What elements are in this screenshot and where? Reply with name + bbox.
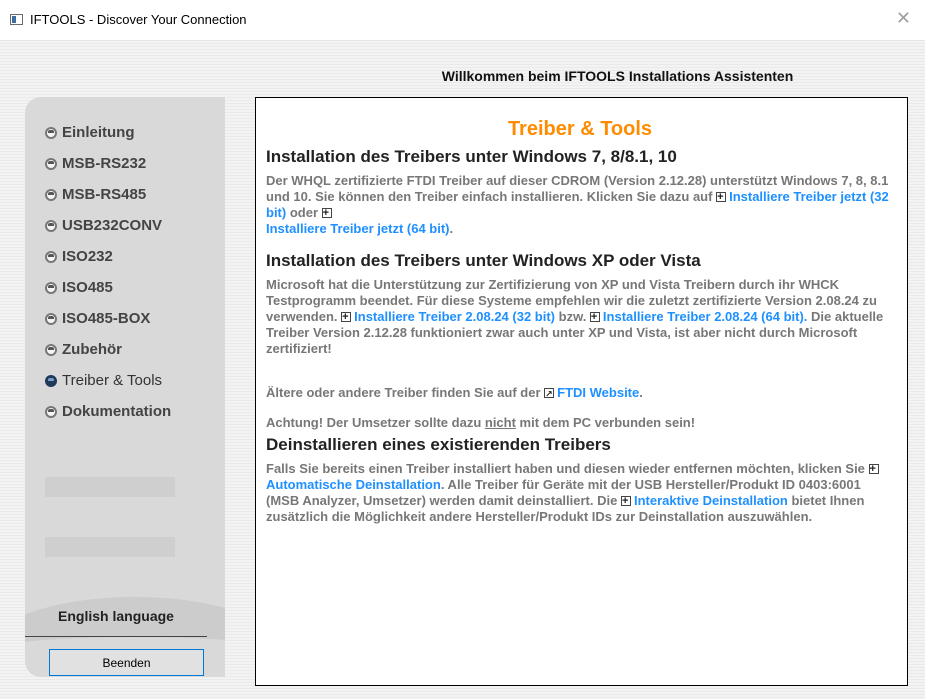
paragraph-text: mit dem PC verbunden sein!	[515, 415, 696, 430]
sidebar-item-label: ISO485	[62, 279, 113, 296]
watermark-logo-bar	[45, 477, 175, 497]
sidebar-item-iso232[interactable]: ISO232	[45, 241, 225, 272]
sidebar-item-label: Treiber & Tools	[62, 372, 163, 389]
sidebar-item-zubehoer[interactable]: Zubehör	[45, 334, 225, 365]
radio-icon	[45, 250, 57, 263]
install-driver-20824-32bit-link[interactable]: Installiere Treiber 2.08.24 (32 bit)	[354, 309, 555, 324]
paragraph-text: .	[449, 221, 454, 236]
sidebar-item-treiber-tools[interactable]: Treiber & Tools	[45, 365, 225, 396]
sidebar-item-label: ISO485-BOX	[62, 310, 151, 327]
sidebar-item-label: MSB-RS232	[62, 155, 147, 172]
divider	[25, 636, 207, 637]
sidebar-nav: Einleitung MSB-RS232 MSB-RS485 USB232CON…	[45, 117, 225, 427]
ftdi-website-link[interactable]: FTDI Website	[557, 385, 639, 400]
paragraph-text: Achtung! Der Umsetzer sollte dazu	[266, 415, 485, 430]
sidebar-item-label: Einleitung	[62, 124, 135, 141]
warning-paragraph: Achtung! Der Umsetzer sollte dazu nicht …	[266, 415, 894, 431]
radio-icon	[45, 188, 57, 201]
install-icon	[620, 493, 631, 509]
install-icon	[868, 461, 879, 477]
sidebar-item-usb232conv[interactable]: USB232CONV	[45, 210, 225, 241]
quit-button[interactable]: Beenden	[49, 649, 204, 676]
radio-selected-icon	[45, 374, 57, 387]
auto-uninstall-link[interactable]: Automatische Deinstallation	[266, 477, 441, 492]
content-inner: Treiber & Tools Installation des Treiber…	[266, 118, 894, 539]
page-header: Willkommen beim IFTOOLS Installations As…	[441, 68, 794, 84]
install-icon	[321, 205, 332, 221]
language-link[interactable]: English language	[25, 608, 207, 624]
external-link-icon	[544, 386, 555, 402]
section-paragraph: Der WHQL zertifizierte FTDI Treiber auf …	[266, 173, 894, 237]
install-icon	[589, 309, 600, 325]
radio-icon	[45, 405, 57, 418]
sidebar-item-einleitung[interactable]: Einleitung	[45, 117, 225, 148]
install-driver-64bit-link[interactable]: Installiere Treiber jetzt (64 bit)	[266, 221, 450, 236]
emphasis-text: nicht	[484, 415, 516, 430]
paragraph-text: .	[639, 385, 643, 400]
section-heading: Installation des Treibers unter Windows …	[266, 251, 701, 270]
app-window-icon	[10, 14, 23, 25]
section-heading: Deinstallieren eines existierenden Treib…	[266, 435, 611, 454]
window-title: IFTOOLS - Discover Your Connection	[30, 12, 247, 27]
title-bar: IFTOOLS - Discover Your Connection ✕	[0, 0, 925, 41]
close-icon[interactable]: ✕	[896, 8, 911, 29]
sidebar-item-label: MSB-RS485	[62, 186, 147, 203]
section-paragraph: Microsoft hat die Unterstützung zur Zert…	[266, 277, 894, 357]
radio-icon	[45, 157, 57, 170]
paragraph-text: bzw.	[555, 309, 590, 324]
radio-icon	[45, 126, 57, 139]
page-title: Treiber & Tools	[507, 118, 653, 140]
radio-icon	[45, 343, 57, 356]
sidebar-item-iso485[interactable]: ISO485	[45, 272, 225, 303]
section-paragraph: Falls Sie bereits einen Treiber installi…	[266, 461, 894, 525]
older-drivers-paragraph: Ältere oder andere Treiber finden Sie au…	[266, 385, 894, 402]
radio-icon	[45, 219, 57, 232]
sidebar-item-iso485-box[interactable]: ISO485-BOX	[45, 303, 225, 334]
sidebar-item-label: Zubehör	[62, 341, 122, 358]
content-panel: Treiber & Tools Installation des Treiber…	[255, 97, 908, 686]
paragraph-text: Ältere oder andere Treiber finden Sie au…	[266, 385, 545, 400]
section-heading: Installation des Treibers unter Windows …	[266, 147, 677, 166]
sidebar-item-msb-rs485[interactable]: MSB-RS485	[45, 179, 225, 210]
sidebar-item-msb-rs232[interactable]: MSB-RS232	[45, 148, 225, 179]
interactive-uninstall-link[interactable]: Interaktive Deinstallation	[634, 493, 788, 508]
sidebar-item-label: USB232CONV	[62, 217, 163, 234]
sidebar-item-dokumentation[interactable]: Dokumentation	[45, 396, 225, 427]
paragraph-text: oder	[286, 205, 322, 220]
sidebar-item-label: ISO232	[62, 248, 113, 265]
radio-icon	[45, 312, 57, 325]
sidebar-item-label: Dokumentation	[62, 403, 172, 420]
sidebar: Einleitung MSB-RS232 MSB-RS485 USB232CON…	[25, 97, 225, 677]
watermark-logo-bar	[45, 537, 175, 557]
radio-icon	[45, 281, 57, 294]
install-driver-20824-64bit-link[interactable]: Installiere Treiber 2.08.24 (64 bit).	[603, 309, 807, 324]
install-icon	[341, 309, 352, 325]
paragraph-text: Falls Sie bereits einen Treiber installi…	[266, 461, 869, 476]
install-icon	[716, 189, 727, 205]
